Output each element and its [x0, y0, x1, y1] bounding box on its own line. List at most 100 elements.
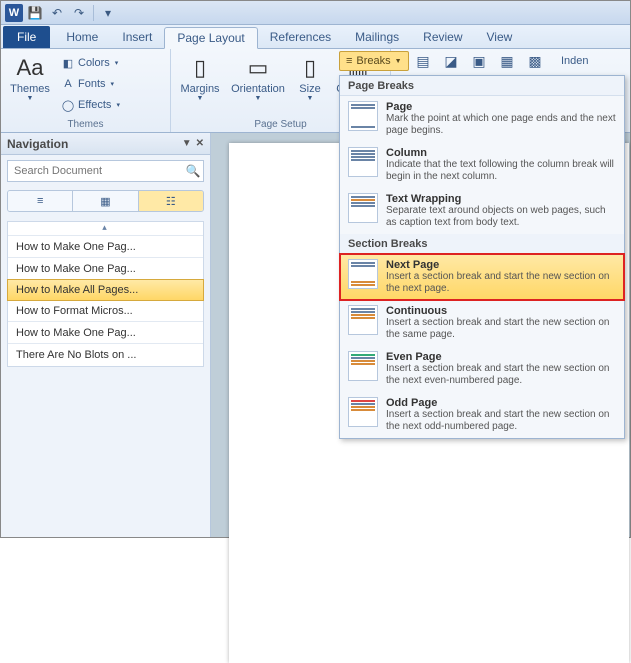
- even-page-break-icon: [348, 351, 378, 381]
- orientation-button[interactable]: ▭Orientation▼: [229, 51, 287, 104]
- break-desc: Separate text around objects on web page…: [386, 205, 616, 229]
- theme-fonts-button[interactable]: AFonts▾: [61, 74, 120, 94]
- margins-button[interactable]: ▯Margins▼: [175, 51, 225, 104]
- break-title: Odd Page: [386, 397, 616, 409]
- search-input[interactable]: [8, 165, 183, 177]
- break-desc: Insert a section break and start the new…: [386, 409, 616, 433]
- effects-icon: ◯: [61, 98, 75, 112]
- tab-home[interactable]: Home: [54, 26, 110, 48]
- line-numbers-icon[interactable]: ▦: [497, 51, 517, 71]
- watermark-icon[interactable]: ▤: [413, 51, 433, 71]
- quick-access-toolbar: W 💾 ↶ ↷ ▾: [1, 1, 630, 25]
- themes-label: Themes: [10, 83, 50, 95]
- page-color-icon[interactable]: ◪: [441, 51, 461, 71]
- size-icon: ▯: [295, 53, 325, 83]
- tab-page-layout[interactable]: Page Layout: [164, 27, 257, 49]
- break-desc: Insert a section break and start the new…: [386, 271, 616, 295]
- text-wrapping-break-icon: [348, 193, 378, 223]
- fonts-label: Fonts: [78, 78, 106, 90]
- palette-icon: ◧: [61, 56, 75, 70]
- breaks-button[interactable]: ≡ Breaks ▼: [339, 51, 409, 71]
- nav-item[interactable]: How to Make One Pag...: [8, 322, 203, 344]
- break-title: Continuous: [386, 305, 616, 317]
- breaks-icon: ≡: [346, 55, 352, 67]
- size-button[interactable]: ▯Size▼: [291, 51, 329, 104]
- breaks-label: Breaks: [356, 55, 390, 67]
- break-page[interactable]: PageMark the point at which one page end…: [340, 96, 624, 142]
- word-app-icon: W: [5, 4, 23, 22]
- odd-page-break-icon: [348, 397, 378, 427]
- nav-item[interactable]: How to Make One Pag...: [8, 236, 203, 258]
- nav-item[interactable]: There Are No Blots on ...: [8, 344, 203, 366]
- nav-collapse-icon[interactable]: ▴: [8, 222, 203, 236]
- theme-effects-button[interactable]: ◯Effects▾: [61, 95, 120, 115]
- nav-item[interactable]: How to Format Micros...: [8, 300, 203, 322]
- undo-icon[interactable]: ↶: [47, 4, 67, 22]
- nav-item[interactable]: How to Make One Pag...: [8, 258, 203, 280]
- nav-heading-list: ▴ How to Make One Pag... How to Make One…: [7, 221, 204, 367]
- save-icon[interactable]: 💾: [25, 4, 45, 22]
- tab-review[interactable]: Review: [411, 26, 474, 48]
- break-title: Text Wrapping: [386, 193, 616, 205]
- margins-icon: ▯: [185, 53, 215, 83]
- break-next-page[interactable]: Next PageInsert a section break and star…: [340, 254, 624, 300]
- nav-menu-icon[interactable]: ▼: [182, 138, 192, 149]
- break-title: Even Page: [386, 351, 616, 363]
- break-desc: Mark the point at which one page ends an…: [386, 113, 616, 137]
- break-continuous[interactable]: ContinuousInsert a section break and sta…: [340, 300, 624, 346]
- navigation-header: Navigation ▼ ✕: [1, 133, 210, 155]
- navigation-pane: Navigation ▼ ✕ 🔍 ≡ ▦ ☷ ▴ How to Make One…: [1, 133, 211, 537]
- break-title: Next Page: [386, 259, 616, 271]
- break-even-page[interactable]: Even PageInsert a section break and star…: [340, 346, 624, 392]
- breaks-dropdown-menu: Page Breaks PageMark the point at which …: [339, 75, 625, 439]
- colors-label: Colors: [78, 57, 110, 69]
- nav-tab-pages[interactable]: ▦: [73, 191, 138, 211]
- continuous-break-icon: [348, 305, 378, 335]
- effects-label: Effects: [78, 99, 111, 111]
- tab-references[interactable]: References: [258, 26, 343, 48]
- indent-label-fragment: Inden: [561, 55, 589, 67]
- margins-label: Margins: [180, 83, 219, 95]
- column-break-icon: [348, 147, 378, 177]
- break-desc: Insert a section break and start the new…: [386, 317, 616, 341]
- ribbon-tabs: File Home Insert Page Layout References …: [1, 25, 630, 49]
- font-icon: A: [61, 77, 75, 91]
- qat-customize-icon[interactable]: ▾: [98, 4, 118, 22]
- orientation-label: Orientation: [231, 83, 285, 95]
- page-breaks-section-header: Page Breaks: [340, 76, 624, 96]
- nav-tab-results[interactable]: ☷: [139, 191, 203, 211]
- search-box[interactable]: 🔍: [7, 160, 204, 182]
- break-odd-page[interactable]: Odd PageInsert a section break and start…: [340, 392, 624, 438]
- theme-colors-button[interactable]: ◧Colors▾: [61, 53, 120, 73]
- nav-view-tabs: ≡ ▦ ☷: [7, 190, 204, 212]
- qat-separator: [93, 5, 94, 21]
- page-borders-icon[interactable]: ▣: [469, 51, 489, 71]
- tab-insert[interactable]: Insert: [110, 26, 164, 48]
- search-icon[interactable]: 🔍: [183, 164, 203, 178]
- redo-icon[interactable]: ↷: [69, 4, 89, 22]
- nav-tab-headings[interactable]: ≡: [8, 191, 73, 211]
- break-title: Column: [386, 147, 616, 159]
- themes-icon: Aa: [15, 53, 45, 83]
- tab-file[interactable]: File: [3, 26, 50, 48]
- hyphenation-icon[interactable]: ▩: [525, 51, 545, 71]
- themes-button[interactable]: Aa Themes ▼: [5, 51, 55, 104]
- size-label: Size: [299, 83, 320, 95]
- tab-view[interactable]: View: [475, 26, 525, 48]
- break-desc: Insert a section break and start the new…: [386, 363, 616, 387]
- page-break-icon: [348, 101, 378, 131]
- group-themes: Aa Themes ▼ ◧Colors▾ AFonts▾ ◯Effects▾ T…: [1, 49, 171, 132]
- tab-mailings[interactable]: Mailings: [343, 26, 411, 48]
- break-column[interactable]: ColumnIndicate that the text following t…: [340, 142, 624, 188]
- navigation-title: Navigation: [7, 137, 68, 151]
- nav-item-selected[interactable]: How to Make All Pages...: [7, 279, 204, 301]
- break-title: Page: [386, 101, 616, 113]
- next-page-break-icon: [348, 259, 378, 289]
- section-breaks-section-header: Section Breaks: [340, 234, 624, 254]
- chevron-down-icon: ▼: [27, 95, 34, 102]
- group-title-themes: Themes: [5, 118, 166, 132]
- break-desc: Indicate that the text following the col…: [386, 159, 616, 183]
- break-text-wrapping[interactable]: Text WrappingSeparate text around object…: [340, 188, 624, 234]
- nav-close-icon[interactable]: ✕: [196, 138, 204, 149]
- orientation-icon: ▭: [243, 53, 273, 83]
